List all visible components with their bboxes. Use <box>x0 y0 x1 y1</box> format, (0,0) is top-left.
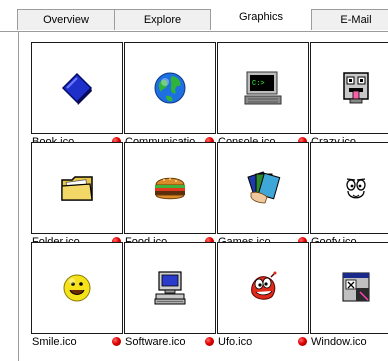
tab-email[interactable]: E-Mail <box>311 9 388 30</box>
tab-panel-border <box>0 31 18 32</box>
icon-tile-crazy[interactable]: Crazy.ico <box>310 42 388 152</box>
icon-label: Software.ico <box>125 336 186 348</box>
window-icon <box>342 272 370 302</box>
status-dot <box>205 337 214 346</box>
icon-tile-communication[interactable]: Communicatio <box>124 42 216 152</box>
folder-icon <box>61 176 93 201</box>
icon-tile-ufo[interactable]: Ufo.ico <box>217 242 309 352</box>
tab-explore[interactable]: Explore <box>114 9 211 30</box>
tab-overview[interactable]: Overview <box>17 9 115 30</box>
globe-icon <box>154 72 186 104</box>
computer-icon <box>154 271 186 305</box>
status-dot <box>112 337 121 346</box>
tab-graphics[interactable]: Graphics <box>212 5 310 31</box>
burger-icon <box>155 177 185 200</box>
tab-bar: Overview Explore Graphics E-Mail <box>0 0 388 32</box>
icon-label: Smile.ico <box>32 336 77 348</box>
status-dot <box>298 337 307 346</box>
icon-tile-console[interactable]: C:> Console.ico <box>217 42 309 152</box>
ufo-creature-icon <box>251 271 277 300</box>
icon-label: Ufo.ico <box>218 336 253 348</box>
icon-tile-games[interactable]: Games.ico <box>217 142 309 252</box>
book-icon <box>61 72 93 105</box>
icon-gallery-panel: Book.ico Communicatio C:> <box>18 31 388 361</box>
icon-tile-goofy[interactable]: Goofy.ico <box>310 142 388 252</box>
console-icon: C:> <box>244 71 282 105</box>
icon-tile-software[interactable]: Software.ico <box>124 242 216 352</box>
icon-tile-folder[interactable]: Folder.ico <box>31 142 123 252</box>
icon-tile-book[interactable]: Book.ico <box>31 42 123 152</box>
icon-tile-window[interactable]: Window.ico <box>310 242 388 352</box>
icon-label: Window.ico <box>311 336 367 348</box>
smiley-icon <box>63 274 91 302</box>
crazy-face-icon <box>343 72 369 104</box>
icon-tile-smile[interactable]: Smile.ico <box>31 242 123 352</box>
goofy-face-icon <box>346 178 366 199</box>
playing-cards-icon <box>247 171 281 204</box>
svg-text:C:>: C:> <box>252 80 265 88</box>
icon-tile-food[interactable]: Food.ico <box>124 142 216 252</box>
